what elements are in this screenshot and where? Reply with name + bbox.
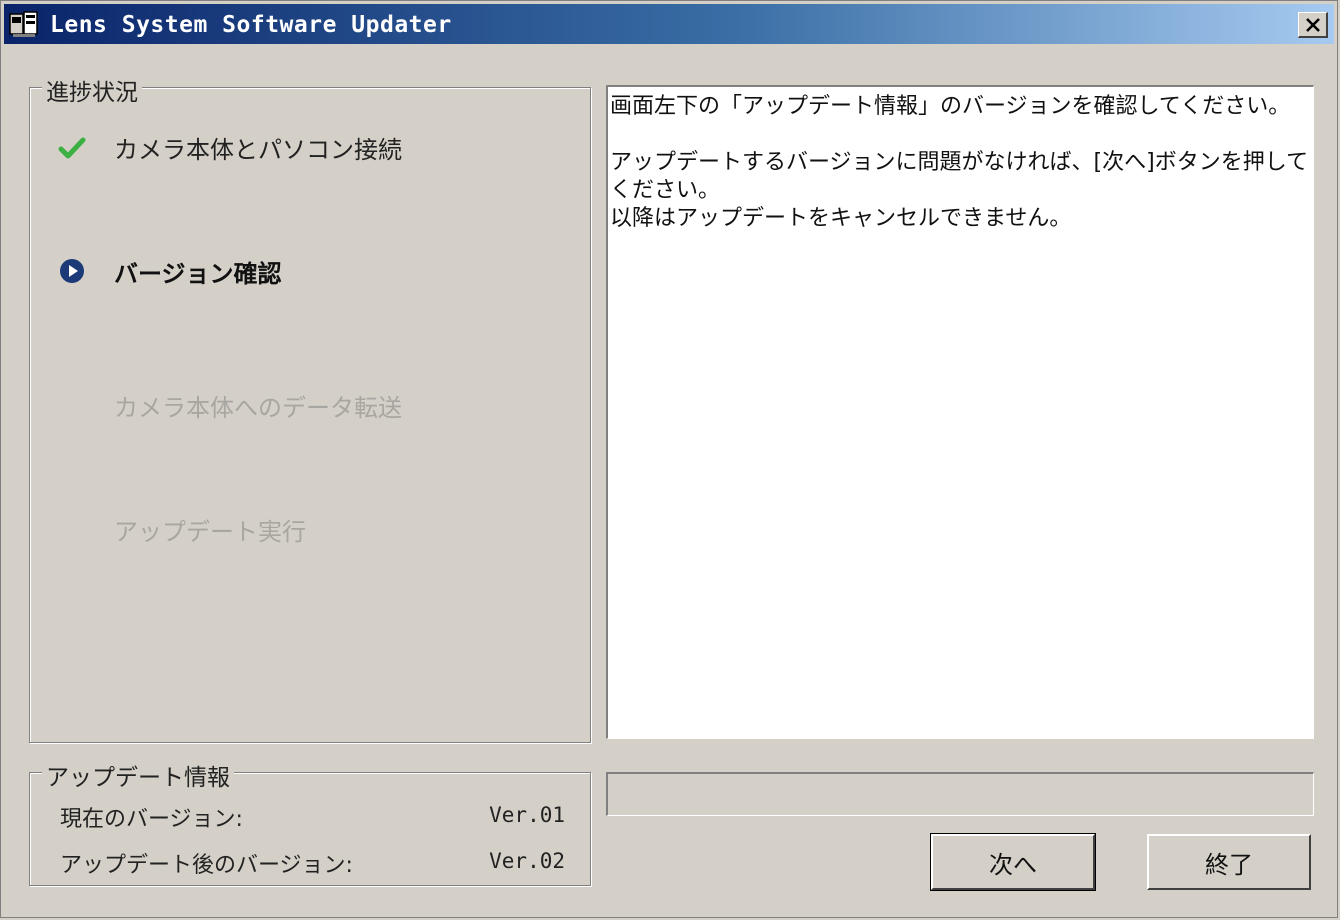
close-icon: [1305, 17, 1320, 32]
step-camera-pc-connection: カメラ本体とパソコン接続: [30, 126, 570, 166]
step-run-update: アップデート実行: [30, 508, 570, 548]
message-line-2: アップデートするバージョンに問題がなければ、[次へ]ボタンを押してください。: [610, 150, 1309, 203]
updater-window: Lens System Software Updater 進捗状況 カメラ本体と…: [0, 0, 1338, 918]
update-progress-bar: [606, 772, 1314, 816]
close-button[interactable]: [1298, 12, 1328, 38]
progress-status-legend: 進捗状況: [42, 73, 142, 107]
step-label: カメラ本体とパソコン接続: [114, 136, 402, 164]
window-title: Lens System Software Updater: [50, 12, 452, 38]
instruction-message-box[interactable]: 画面左下の「アップデート情報」のバージョンを確認してください。 アップデートする…: [606, 85, 1314, 739]
exit-button[interactable]: 終了: [1147, 834, 1311, 890]
app-icon: [9, 11, 38, 37]
current-version-value: Ver.01: [489, 803, 565, 827]
title-bar[interactable]: Lens System Software Updater: [4, 4, 1334, 44]
play-arrow-icon: [60, 259, 84, 283]
current-version-label: 現在のバージョン:: [60, 807, 243, 832]
update-info-group: アップデート情報 現在のバージョン: Ver.01 アップデート後のバージョン:…: [29, 758, 591, 886]
message-line-1: 画面左下の「アップデート情報」のバージョンを確認してください。: [610, 94, 1291, 119]
step-label: アップデート実行: [114, 518, 306, 546]
step-label: カメラ本体へのデータ転送: [114, 394, 402, 422]
current-version-row: 現在のバージョン: Ver.01: [60, 801, 565, 833]
step-data-transfer: カメラ本体へのデータ転送: [30, 384, 570, 424]
next-button[interactable]: 次へ: [930, 833, 1096, 891]
updated-version-label: アップデート後のバージョン:: [60, 853, 353, 878]
updated-version-value: Ver.02: [489, 849, 565, 873]
step-label: バージョン確認: [114, 260, 282, 288]
progress-status-group: 進捗状況 カメラ本体とパソコン接続 バージョン確認 カメラ本体へのデータ転送 ア…: [29, 73, 591, 743]
step-version-check: バージョン確認: [30, 250, 570, 290]
update-info-legend: アップデート情報: [42, 758, 234, 792]
message-line-3: 以降はアップデートをキャンセルできません。: [610, 206, 1072, 231]
checkmark-icon: [58, 137, 86, 159]
updated-version-row: アップデート後のバージョン: Ver.02: [60, 847, 565, 879]
